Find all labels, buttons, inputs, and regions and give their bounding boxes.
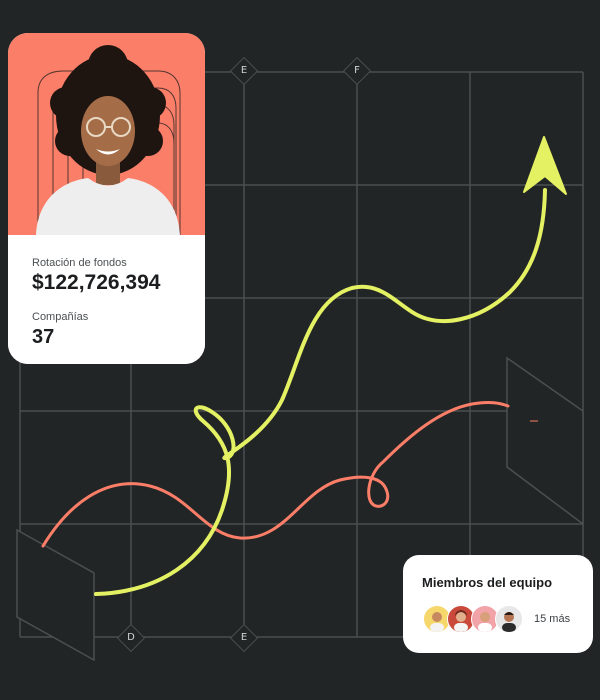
grid-marker-label: F [354, 65, 360, 76]
grid-marker-label: E [240, 632, 248, 643]
turnover-label: Rotación de fondos [32, 257, 127, 269]
portrait-illustration [36, 45, 181, 235]
companies-value: 37 [32, 326, 55, 348]
team-card: Miembros del equipo 15 más [403, 555, 593, 653]
grid-marker-top-left: E [229, 56, 259, 86]
grid-marker-label: E [240, 65, 248, 76]
turnover-value: $122,726,394 [32, 271, 161, 294]
companies-label: Compañías [32, 311, 89, 323]
profile-photo [8, 33, 205, 235]
more-members-label: 15 más [534, 613, 571, 625]
avatar [495, 605, 523, 633]
profile-card: Rotación de fondos $122,726,394 Compañía… [8, 33, 205, 364]
avatar-group [423, 605, 523, 633]
grid-marker-bottom-right: E [229, 623, 259, 653]
stats-panel: Rotación de fondos $122,726,394 Compañía… [8, 235, 205, 364]
hero-illustration: E F D E Rotación de fondos $122,726,394 … [0, 0, 600, 700]
team-title: Miembros del equipo [422, 575, 553, 590]
grid-marker-bottom-left: D [116, 623, 146, 653]
grid-marker-label: D [127, 632, 135, 643]
grid-marker-top-right: F [342, 56, 372, 86]
